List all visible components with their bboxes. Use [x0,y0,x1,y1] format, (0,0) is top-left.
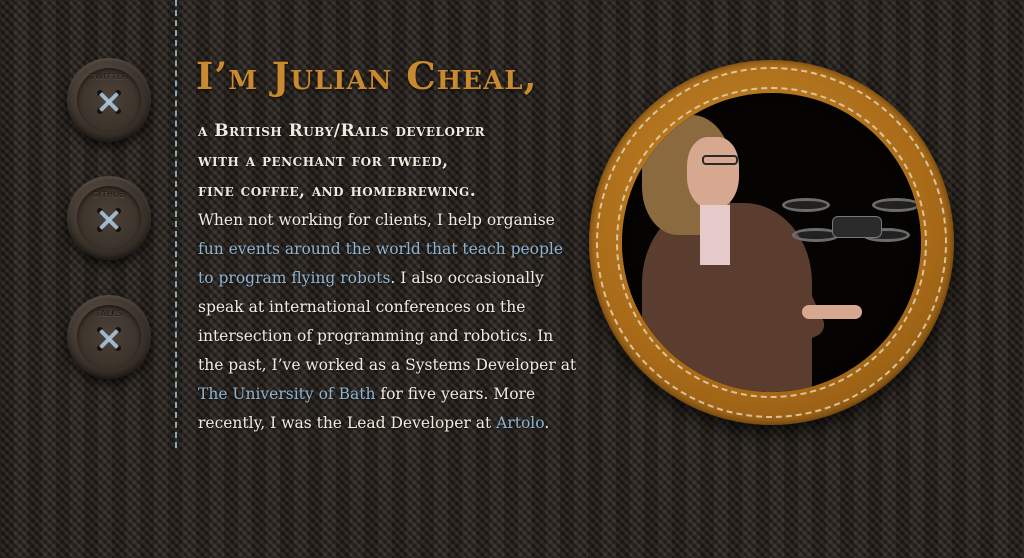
button-holes-icon [97,90,121,114]
subtitle-line: a British Ruby/Rails developer [198,121,486,141]
artolo-link[interactable]: Artolo [496,414,544,432]
talks-button[interactable]: TALKS [67,295,151,379]
page-title: I’m Julian Cheal, [196,54,538,98]
twitter-button[interactable]: TWITTER [67,58,151,142]
subtitle: a British Ruby/Rails developer with a pe… [198,116,578,206]
subtitle-line: with a penchant for tweed, [198,151,449,171]
button-holes-icon [97,208,121,232]
bio-text: When not working for clients, I help org… [198,211,555,229]
portrait-photo-icon [622,93,921,392]
github-label: GITHUB [92,190,126,199]
university-of-bath-link[interactable]: The University of Bath [198,385,375,403]
stitch-line [175,0,177,448]
github-button[interactable]: GITHUB [67,176,151,260]
drone-icon [782,198,921,248]
button-holes-icon [97,327,121,351]
bio-text: . [544,414,550,432]
twitter-label: TWITTER [89,72,129,81]
portrait-frame [589,60,954,425]
subtitle-line: fine coffee, and homebrewing. [198,181,477,201]
talks-label: TALKS [95,309,123,318]
bio-paragraph: When not working for clients, I help org… [198,206,578,438]
